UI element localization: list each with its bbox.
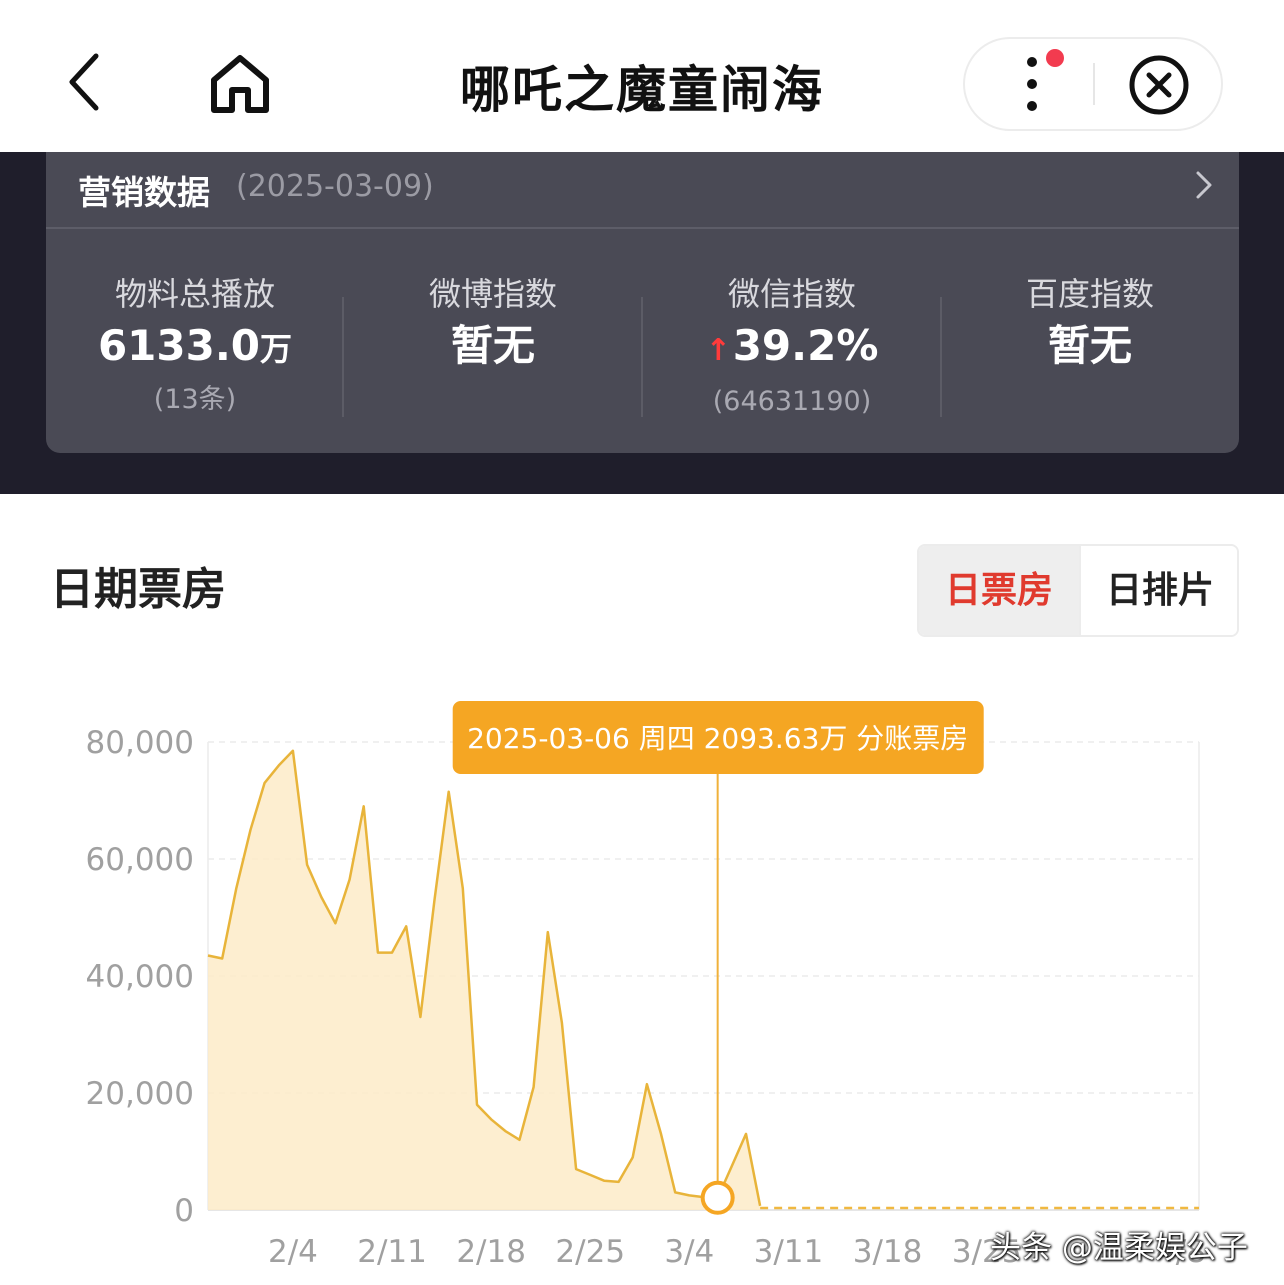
- box-office-area: [208, 750, 761, 1210]
- data-point: [730, 1164, 734, 1168]
- stat-number: 6133.0: [97, 321, 261, 370]
- top-navigation-bar: 哪吒之魔童闹海: [0, 0, 1284, 152]
- data-point: [532, 1085, 536, 1089]
- page-title: 哪吒之魔童闹海: [460, 61, 824, 119]
- stat-sub: (13条): [153, 384, 237, 415]
- data-point: [376, 951, 380, 955]
- data-point: [447, 790, 451, 794]
- data-point: [475, 1103, 479, 1107]
- home-icon[interactable]: [206, 50, 274, 118]
- stat-sub: (64631190): [712, 386, 872, 417]
- data-point: [263, 781, 267, 785]
- stat-baidu-index: 百度指数 暂无: [941, 274, 1239, 374]
- data-point: [418, 1015, 422, 1019]
- marketing-title: 营销数据: [78, 173, 210, 212]
- data-point: [546, 930, 550, 934]
- x-tick-label: 2/4: [268, 1234, 318, 1270]
- data-point: [206, 954, 210, 958]
- back-icon[interactable]: [56, 50, 120, 114]
- data-point: [291, 749, 295, 753]
- marketing-divider: [46, 227, 1239, 229]
- stat-wechat-index: 微信指数 ↑39.2% (64631190): [643, 274, 941, 419]
- trend-up-icon: ↑: [705, 333, 731, 368]
- metric-toggle: 日票房 日排片: [917, 544, 1239, 637]
- data-point: [744, 1132, 748, 1136]
- capsule-divider: [1093, 63, 1095, 105]
- stat-unit: 万: [260, 330, 293, 368]
- tooltip-text: 2025-03-06 周四 2093.63万 分账票房: [467, 722, 968, 755]
- watermark: 头条 @温柔娱公子: [990, 1230, 1248, 1266]
- chevron-right-icon[interactable]: [1192, 168, 1216, 202]
- x-tick-label: 3/11: [754, 1234, 824, 1270]
- data-point: [220, 956, 224, 960]
- stat-weibo-index: 微博指数 暂无: [344, 274, 642, 374]
- y-tick-label: 0: [174, 1193, 194, 1229]
- data-point: [390, 951, 394, 955]
- y-tick-label: 60,000: [86, 842, 194, 878]
- chart-tooltip: 2025-03-06 周四 2093.63万 分账票房: [452, 701, 984, 774]
- data-point: [560, 1021, 564, 1025]
- x-tick-label: 2/18: [456, 1234, 526, 1270]
- data-point: [333, 921, 337, 925]
- stat-value: 6133.0万: [46, 318, 344, 377]
- data-point: [404, 924, 408, 928]
- y-tick-label: 40,000: [86, 959, 194, 995]
- data-point: [673, 1190, 677, 1194]
- marketing-date: (2025-03-09): [236, 169, 434, 204]
- data-point: [277, 763, 281, 767]
- data-point: [234, 886, 238, 890]
- data-point: [758, 1204, 762, 1208]
- data-point: [248, 828, 252, 832]
- data-point: [617, 1180, 621, 1184]
- data-point: [659, 1132, 663, 1136]
- data-point: [348, 877, 352, 881]
- marketing-section: 营销数据 (2025-03-09) 物料总播放 6133.0万 (13条) 微博…: [0, 152, 1284, 494]
- data-point: [602, 1179, 606, 1183]
- highlight-point: [700, 1180, 735, 1215]
- y-tick-label: 20,000: [86, 1076, 194, 1112]
- data-point: [319, 895, 323, 899]
- data-point: [631, 1155, 635, 1159]
- data-point: [362, 804, 366, 808]
- box-office-chart[interactable]: 0 20,000 40,000 60,000 80,000 2/4 2/11 2/18 2/2…: [0, 690, 1284, 1285]
- data-point: [645, 1082, 649, 1086]
- x-tick-label: 3/4: [664, 1234, 714, 1270]
- close-icon[interactable]: [1128, 54, 1190, 116]
- data-point: [433, 898, 437, 902]
- data-point: [687, 1193, 691, 1197]
- x-tick-label: 2/11: [357, 1234, 427, 1270]
- stat-label: 百度指数: [1025, 275, 1154, 313]
- stat-label: 微信指数: [727, 275, 856, 313]
- data-point: [489, 1117, 493, 1121]
- data-point: [503, 1129, 507, 1133]
- notification-dot: [1046, 49, 1064, 67]
- stat-value: ↑39.2%: [643, 318, 941, 379]
- y-tick-label: 80,000: [86, 725, 194, 761]
- tab-daily-screenings[interactable]: 日排片: [1079, 546, 1237, 635]
- stat-material-plays: 物料总播放 6133.0万 (13条): [46, 274, 344, 417]
- data-point: [588, 1173, 592, 1177]
- tab-daily-box-office[interactable]: 日票房: [919, 546, 1079, 635]
- y-axis-ticks: 0 20,000 40,000 60,000 80,000: [86, 725, 194, 1229]
- section-title: 日期票房: [50, 564, 226, 615]
- stat-label: 物料总播放: [114, 275, 275, 313]
- marketing-card[interactable]: 营销数据 (2025-03-09) 物料总播放 6133.0万 (13条) 微博…: [46, 152, 1239, 453]
- data-point: [461, 886, 465, 890]
- data-point: [574, 1167, 578, 1171]
- data-point: [305, 863, 309, 867]
- x-tick-label: 3/18: [853, 1234, 923, 1270]
- x-tick-label: 2/25: [555, 1234, 625, 1270]
- stat-number: 39.2%: [732, 321, 879, 370]
- data-point: [517, 1138, 521, 1142]
- stat-value: 暂无: [1047, 321, 1132, 370]
- stat-label: 微博指数: [428, 275, 557, 313]
- stat-value: 暂无: [450, 321, 535, 370]
